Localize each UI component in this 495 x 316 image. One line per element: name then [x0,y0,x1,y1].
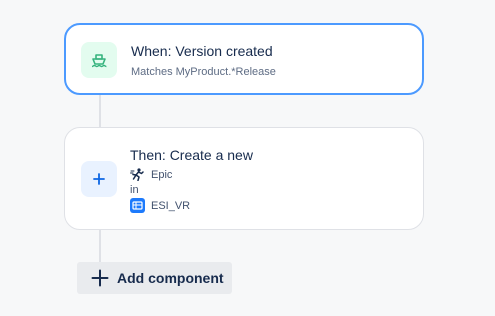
ship-icon [91,54,107,68]
project-row: ESI_VR [130,198,190,213]
action-title: Then: Create a new [130,147,253,163]
issue-type-row: Epic [130,168,172,181]
trigger-card[interactable]: When: Version created Matches MyProduct.… [64,23,424,95]
project-label: ESI_VR [151,199,191,212]
flow-connector-top [99,95,101,127]
action-card[interactable]: Then: Create a new Epic in ESI_VR [64,127,424,230]
action-icon-box [81,161,117,197]
preposition-label: in [130,184,139,196]
trigger-title: When: Version created [131,43,273,59]
flow-connector-bottom [99,230,101,266]
epic-runner-icon [130,168,144,181]
preposition-row: in [130,184,139,196]
plus-icon [93,173,105,185]
add-component-label: Add component [117,270,224,286]
project-avatar-icon [130,198,145,213]
trigger-icon-box [81,42,117,78]
plus-icon [91,269,109,287]
add-component-button[interactable]: Add component [77,262,232,294]
issue-type-label: Epic [151,168,173,181]
trigger-subtitle: Matches MyProduct.*Release [131,66,276,78]
